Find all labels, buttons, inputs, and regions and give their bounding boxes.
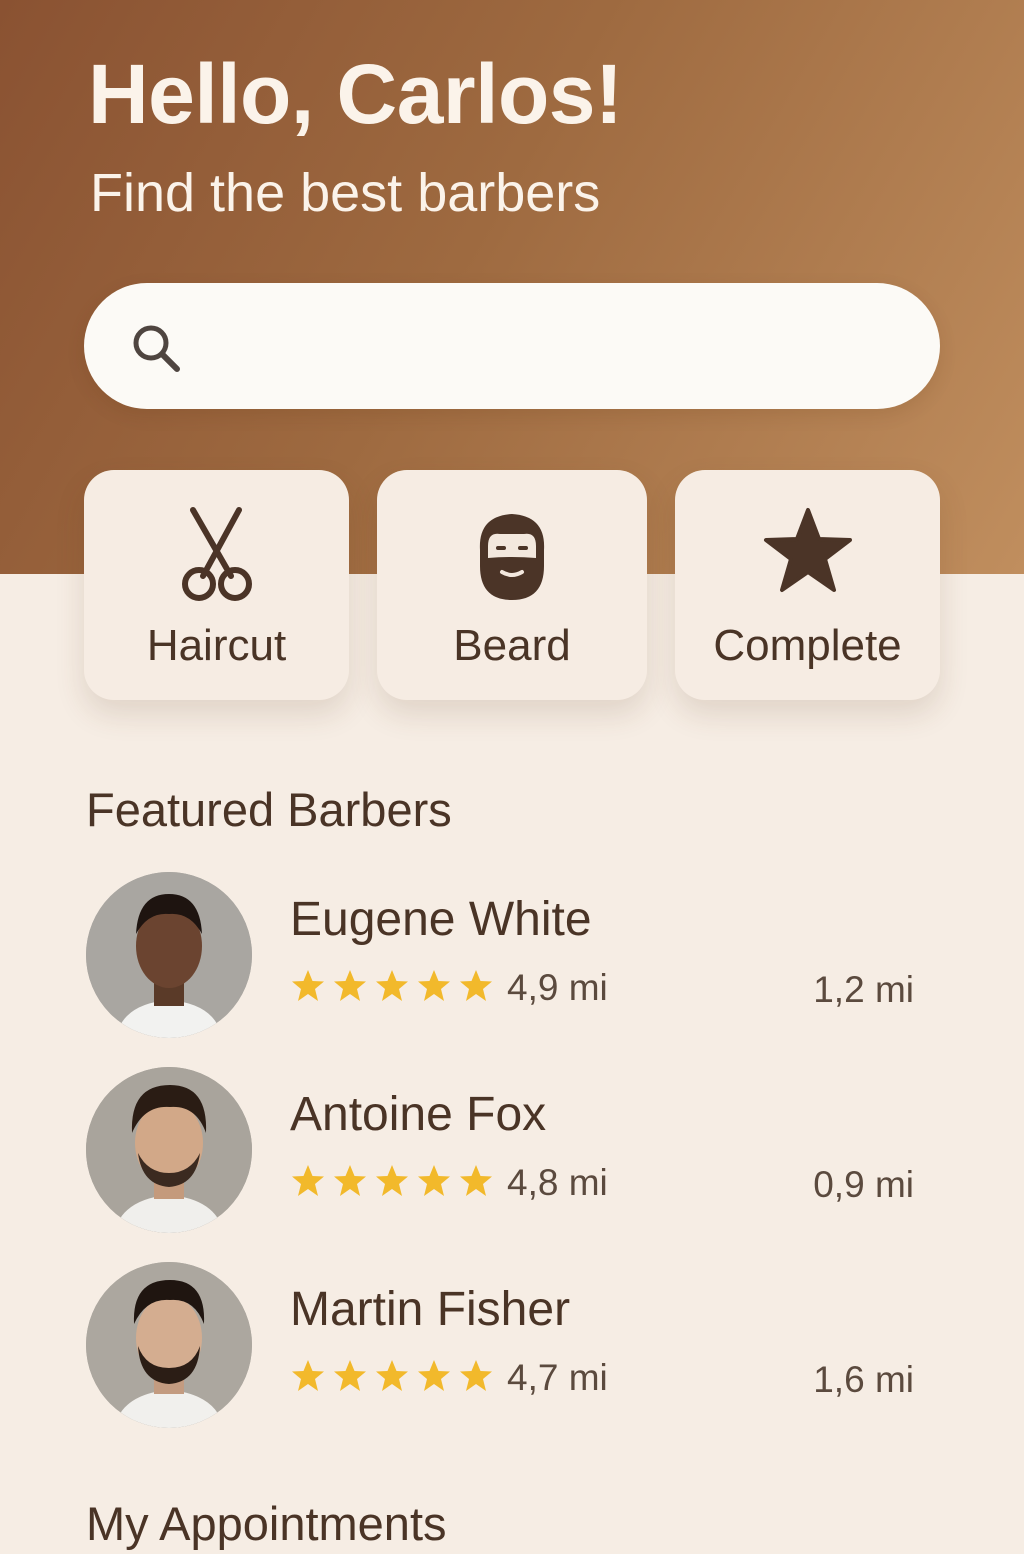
star-rating	[290, 1358, 494, 1398]
star-icon	[460, 1360, 492, 1391]
category-label: Beard	[453, 621, 571, 670]
category-label: Complete	[713, 621, 902, 670]
search-bar[interactable]	[84, 283, 940, 409]
barber-rating: 4,7 mi	[507, 1357, 608, 1398]
barber-distance: 0,9 mi	[813, 1164, 914, 1205]
star-icon	[334, 1165, 366, 1196]
barber-name: Martin Fisher	[290, 1283, 571, 1336]
category-beard-button[interactable]: Beard	[377, 470, 647, 700]
star-icon	[675, 506, 940, 602]
barber-row[interactable]: Martin Fisher 4,7 mi 1,6 mi	[0, 1262, 1024, 1432]
barber-name: Eugene White	[290, 893, 592, 946]
subtitle: Find the best barbers	[90, 163, 601, 223]
star-icon	[334, 970, 366, 1001]
star-icon	[376, 970, 408, 1001]
star-icon	[418, 970, 450, 1001]
category-label: Haircut	[146, 621, 287, 670]
scissors-icon	[84, 506, 349, 602]
barber-avatar	[86, 1067, 252, 1233]
featured-barbers-heading: Featured Barbers	[86, 783, 452, 836]
star-icon	[334, 1360, 366, 1391]
greeting-title: Hello, Carlos!	[88, 47, 623, 141]
barber-distance: 1,2 mi	[813, 969, 914, 1010]
star-icon	[418, 1360, 450, 1391]
category-complete-button[interactable]: Complete	[675, 470, 940, 700]
category-haircut-button[interactable]: Haircut	[84, 470, 349, 700]
star-icon	[292, 1360, 324, 1391]
barber-avatar	[86, 872, 252, 1038]
bearded-face-icon	[377, 506, 647, 602]
star-icon	[460, 1165, 492, 1196]
barber-rating: 4,8 mi	[507, 1162, 608, 1203]
star-rating	[290, 1163, 494, 1203]
barber-rating: 4,9 mi	[507, 967, 608, 1008]
star-icon	[376, 1165, 408, 1196]
barber-name: Antoine Fox	[290, 1088, 547, 1141]
search-icon	[130, 322, 182, 374]
barber-avatar	[86, 1262, 252, 1428]
search-input[interactable]	[204, 311, 898, 383]
my-appointments-heading: My Appointments	[86, 1497, 447, 1550]
star-icon	[376, 1360, 408, 1391]
barber-row[interactable]: Eugene White 4,9 mi 1,2 mi	[0, 872, 1024, 1042]
star-rating	[290, 968, 494, 1008]
star-icon	[460, 970, 492, 1001]
star-icon	[292, 1165, 324, 1196]
barber-distance: 1,6 mi	[813, 1359, 914, 1400]
barber-row[interactable]: Antoine Fox 4,8 mi 0,9 mi	[0, 1067, 1024, 1237]
star-icon	[418, 1165, 450, 1196]
star-icon	[292, 970, 324, 1001]
